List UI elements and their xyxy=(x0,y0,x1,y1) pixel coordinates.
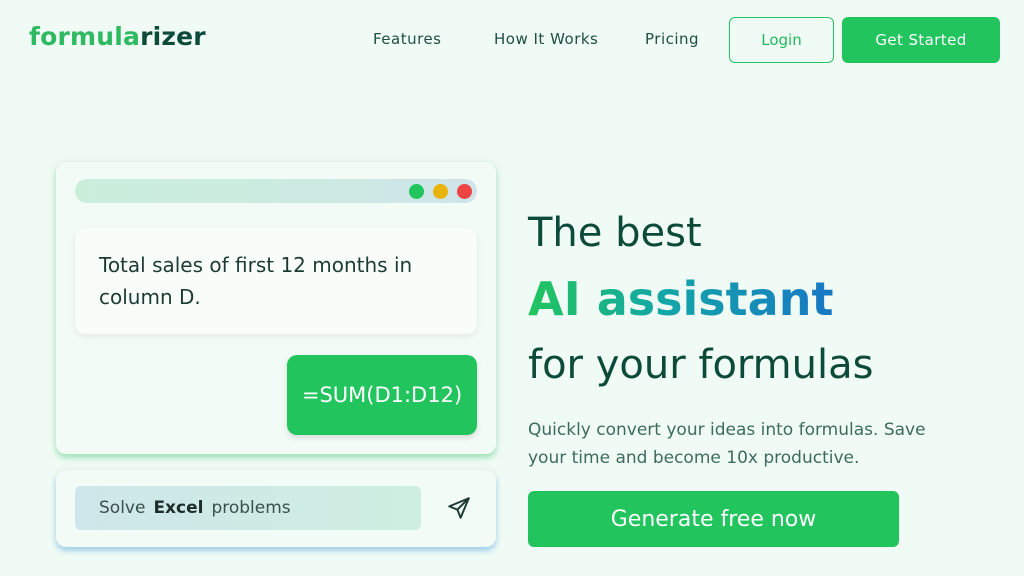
login-button[interactable]: Login xyxy=(729,17,834,63)
send-icon[interactable] xyxy=(446,495,472,521)
brand-logo-part2: rizer xyxy=(140,22,206,51)
input-keyword: Excel xyxy=(153,498,204,518)
hero-subtext: Quickly convert your ideas into formulas… xyxy=(528,420,926,468)
prompt-input[interactable]: Solve Excel problems xyxy=(75,486,421,530)
yellow-dot-icon xyxy=(433,184,448,199)
window-titlebar xyxy=(75,179,477,203)
get-started-button[interactable]: Get Started xyxy=(842,17,1000,63)
formula-answer-bubble: =SUM(D1:D12) xyxy=(287,355,477,435)
hero-title-line1: The best xyxy=(528,210,702,256)
brand-logo[interactable]: formularizer xyxy=(29,22,206,51)
brand-logo-part1: formula xyxy=(29,22,141,51)
input-prefix: Solve xyxy=(99,498,146,518)
demo-chat-card: Total sales of first 12 months in column… xyxy=(56,162,496,454)
hero-title-line3: for your formulas xyxy=(528,342,874,388)
question-bubble: Total sales of first 12 months in column… xyxy=(75,228,477,334)
green-dot-icon xyxy=(409,184,424,199)
nav-link-features[interactable]: Features xyxy=(373,30,442,48)
input-suffix: problems xyxy=(211,498,291,518)
hero-title-highlight: AI assistant xyxy=(528,272,834,326)
prompt-input-card: Solve Excel problems xyxy=(56,470,496,547)
red-dot-icon xyxy=(457,184,472,199)
nav-link-pricing[interactable]: Pricing xyxy=(645,30,699,48)
generate-free-button[interactable]: Generate free now xyxy=(528,491,899,547)
nav-link-how-it-works[interactable]: How It Works xyxy=(494,30,598,48)
